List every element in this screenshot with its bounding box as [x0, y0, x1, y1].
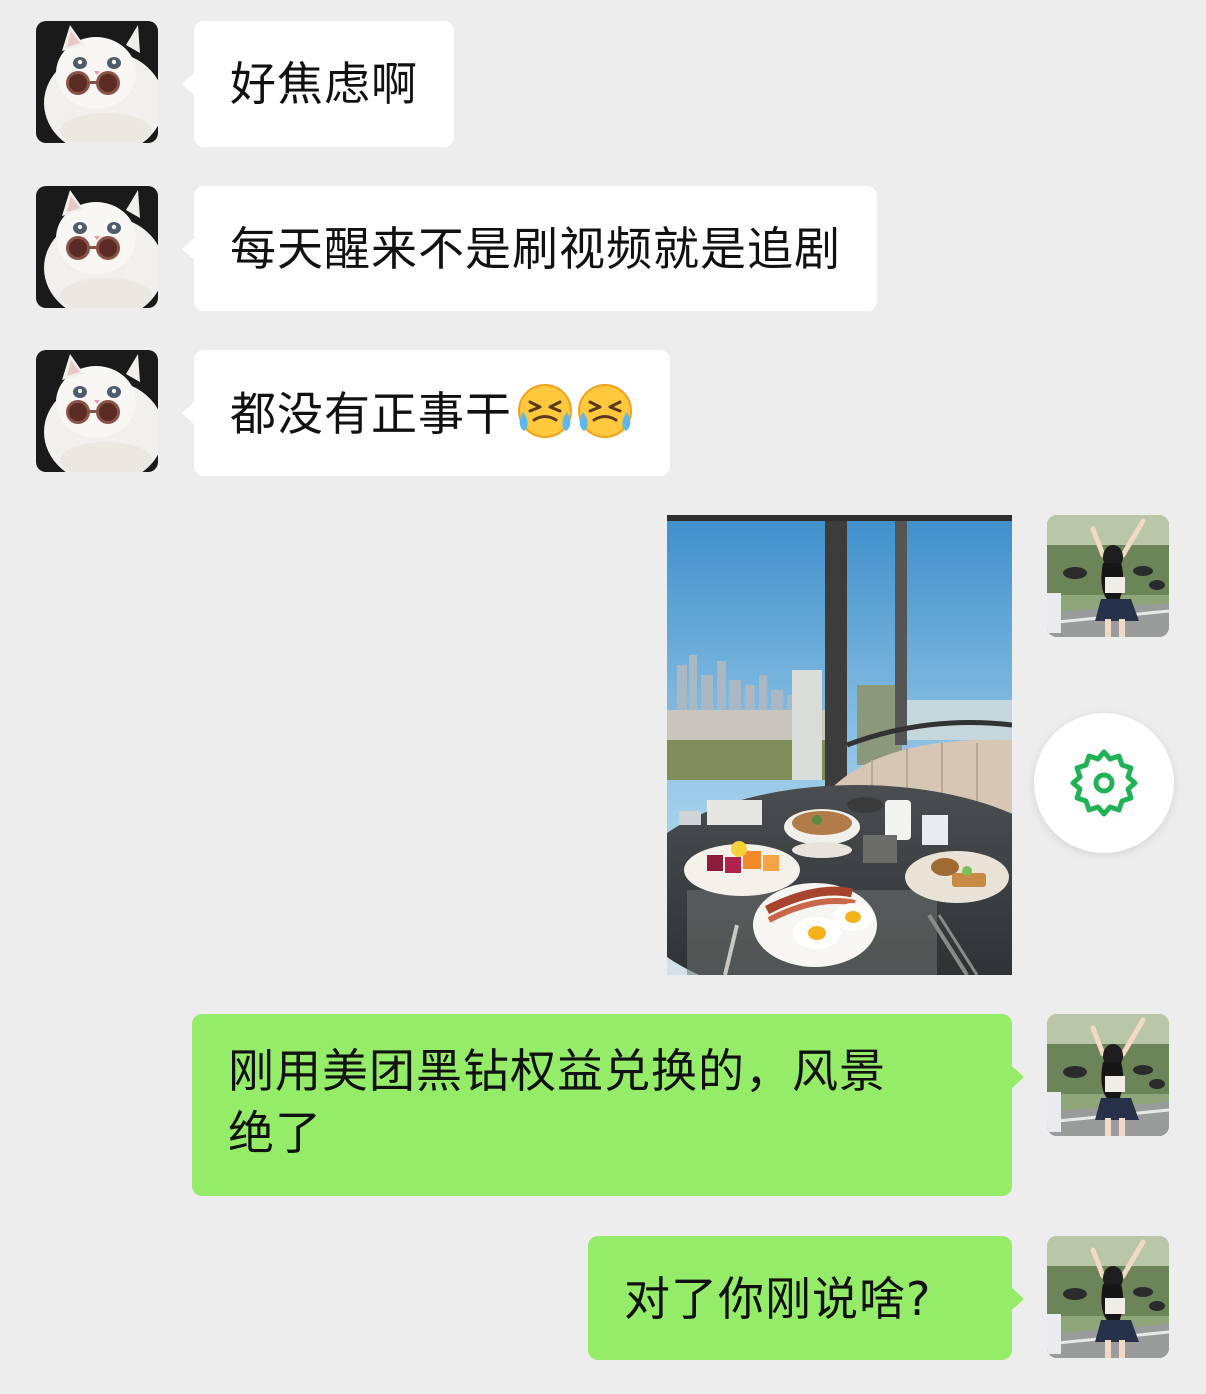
bubble-tail [1012, 1066, 1024, 1088]
incoming-message-bubble[interactable]: 好焦虑啊 [194, 21, 454, 147]
breakfast-photo-message[interactable] [667, 515, 1012, 975]
bubble-tail [182, 238, 194, 260]
incoming-message-bubble[interactable]: 每天醒来不是刷视频就是追剧 [194, 186, 877, 311]
bubble-tail [1012, 1288, 1024, 1310]
girl-avatar-image [1047, 1236, 1169, 1358]
my-avatar[interactable] [1047, 515, 1169, 637]
my-avatar[interactable] [1047, 1236, 1169, 1358]
girl-avatar-image [1047, 515, 1169, 637]
message-text: 每天醒来不是刷视频就是追剧 [230, 222, 841, 276]
gear-icon [1070, 749, 1138, 817]
message-text: 对了你刚说啥? [624, 1272, 932, 1326]
message-text-line: 刚用美团黑钻权益兑换的，风景 [228, 1044, 886, 1098]
outgoing-message-bubble[interactable]: 对了你刚说啥? [588, 1236, 1012, 1360]
contact-avatar[interactable] [36, 186, 158, 308]
contact-avatar[interactable] [36, 21, 158, 143]
cat-avatar-image [36, 21, 158, 143]
cat-avatar-image [36, 350, 158, 472]
bubble-tail [182, 73, 194, 95]
message-text: 都没有正事干 [230, 387, 512, 441]
contact-avatar[interactable] [36, 350, 158, 472]
breakfast-by-window-photo [667, 515, 1012, 975]
outgoing-message-bubble[interactable]: 刚用美团黑钻权益兑换的，风景 绝了 [192, 1014, 1012, 1196]
girl-avatar-image [1047, 1014, 1169, 1136]
message-text: 好焦虑啊 [230, 57, 418, 111]
my-avatar[interactable] [1047, 1014, 1169, 1136]
cat-avatar-image [36, 186, 158, 308]
message-text-line: 绝了 [228, 1106, 322, 1160]
bubble-tail [182, 402, 194, 424]
floating-settings-button[interactable] [1034, 713, 1174, 853]
crying-laughing-face-icon [577, 383, 633, 439]
crying-laughing-face-icon [517, 383, 573, 439]
incoming-message-bubble[interactable]: 都没有正事干 [194, 350, 670, 476]
